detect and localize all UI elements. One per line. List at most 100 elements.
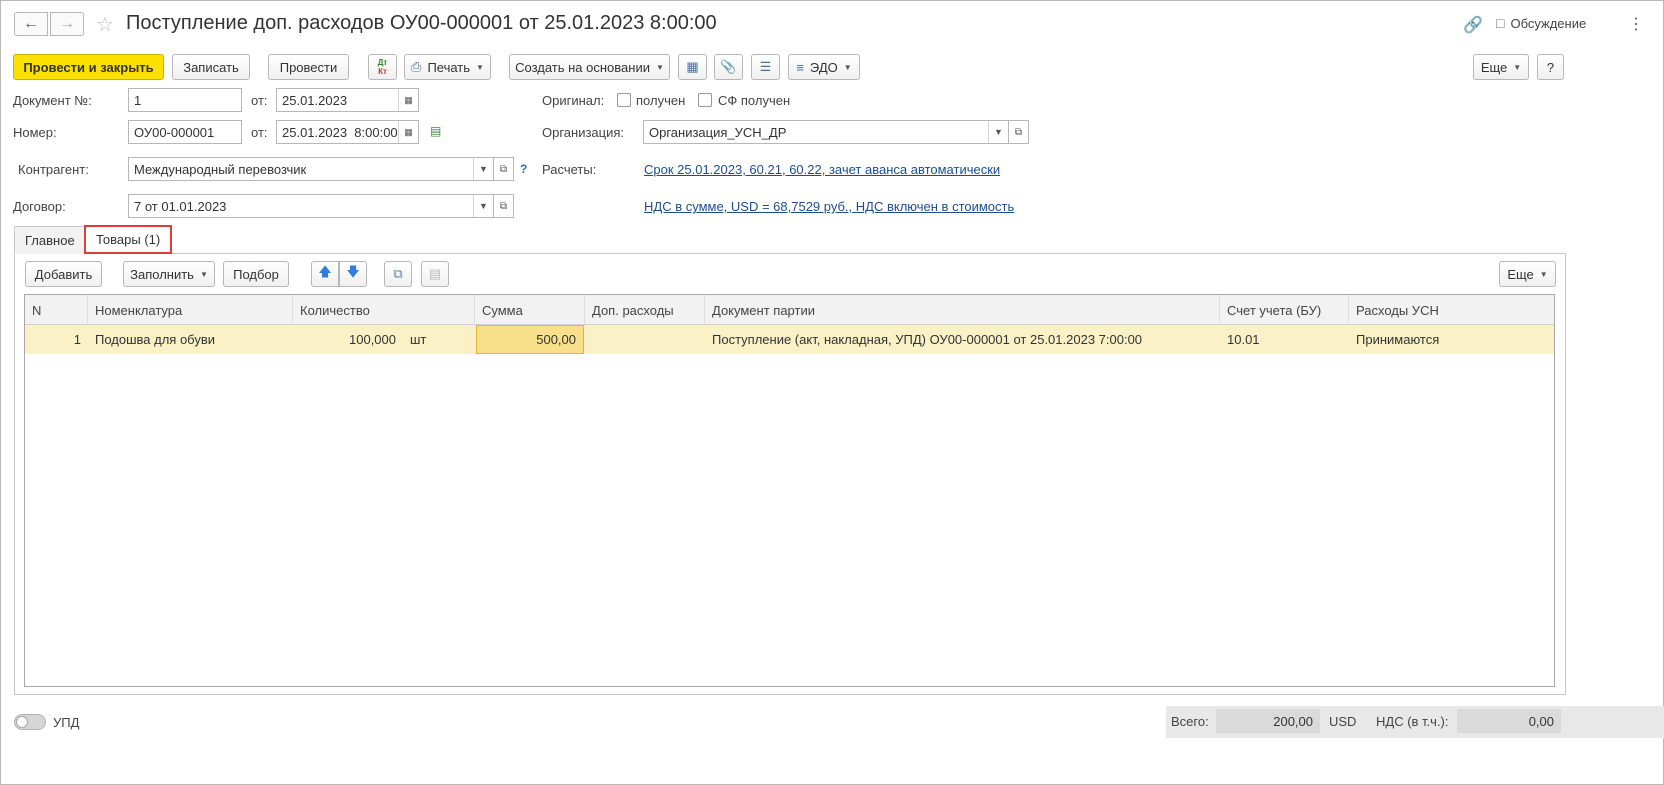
cell-usn-expenses[interactable]: Принимаются xyxy=(1349,325,1554,354)
number-date-from-label: от: xyxy=(251,125,268,140)
col-header-batch-doc[interactable]: Документ партии xyxy=(705,295,1220,325)
sf-received-label: СФ получен xyxy=(718,93,791,108)
doc-date-value: 25.01.2023 xyxy=(282,92,348,108)
more-button[interactable]: Еще ▼ xyxy=(1473,54,1529,80)
table-more-button[interactable]: Еще ▼ xyxy=(1499,261,1556,287)
total-value-text: 200,00 xyxy=(1273,713,1313,729)
tab-goods[interactable]: Товары (1) xyxy=(84,225,173,254)
goods-table: N Номенклатура Количество Сумма Доп. рас… xyxy=(24,294,1555,687)
dt-icon-text: Дт xyxy=(377,58,388,67)
back-button[interactable]: ← xyxy=(14,12,48,36)
cell-quantity[interactable]: 100,000 xyxy=(293,325,403,354)
contract-value: 7 от 01.01.2023 xyxy=(134,198,227,214)
original-received-label: получен xyxy=(636,93,686,108)
chevron-down-icon[interactable]: ▼ xyxy=(473,158,493,180)
save-button[interactable]: Записать xyxy=(172,54,250,80)
chevron-down-icon: ▼ xyxy=(843,62,852,72)
table-row[interactable]: 1 Подошва для обуви 100,000 шт 500,00 По… xyxy=(25,325,1554,354)
edo-button[interactable]: ≡ ЭДО ▼ xyxy=(788,54,860,80)
organization-label: Организация: xyxy=(542,125,625,140)
more-label: Еще xyxy=(1480,59,1508,75)
settlements-label: Расчеты: xyxy=(542,162,597,177)
col-header-quantity[interactable]: Количество xyxy=(293,295,475,325)
number-label: Номер: xyxy=(13,125,57,140)
contract-select[interactable]: 7 от 01.01.2023 ▼ xyxy=(128,194,494,218)
cell-n[interactable]: 1 xyxy=(25,325,88,354)
check-registers-icon[interactable]: ▤ xyxy=(430,124,446,138)
counterparty-open-icon[interactable]: ⧉ xyxy=(494,157,514,181)
organization-open-icon[interactable]: ⧉ xyxy=(1009,120,1029,144)
organization-select[interactable]: Организация_УСН_ДР ▼ xyxy=(643,120,1009,144)
sf-received-checkbox[interactable] xyxy=(698,93,712,107)
forward-button[interactable]: → xyxy=(50,12,84,36)
col-header-nomenclature[interactable]: Номенклатура xyxy=(88,295,293,325)
vat-total-value-text: 0,00 xyxy=(1528,713,1554,729)
fill-label: Заполнить xyxy=(130,266,194,282)
window-title: Поступление доп. расходов ОУ00-000001 от… xyxy=(126,12,717,34)
more-menu-icon[interactable]: ⋮ xyxy=(1628,14,1644,34)
doc-number-input[interactable]: 1 xyxy=(128,88,242,112)
contract-open-icon[interactable]: ⧉ xyxy=(494,194,514,218)
report-button[interactable]: ☰ xyxy=(751,54,780,80)
create-based-on-label: Создать на основании xyxy=(515,59,650,75)
col-header-sum[interactable]: Сумма xyxy=(475,295,585,325)
structure-button[interactable]: ▦ xyxy=(678,54,707,80)
cell-batch-doc[interactable]: Поступление (акт, накладная, УПД) ОУ00-0… xyxy=(705,325,1220,354)
print-button[interactable]: ⎙ Печать ▼ xyxy=(404,54,491,80)
number-input[interactable]: ОУ00-000001 xyxy=(128,120,242,144)
col-header-usn-expenses[interactable]: Расходы УСН xyxy=(1349,295,1554,325)
move-up-button[interactable]: 🡅 xyxy=(311,261,339,287)
edo-label: ЭДО xyxy=(809,59,838,75)
counterparty-select[interactable]: Международный перевозчик ▼ xyxy=(128,157,494,181)
move-down-button[interactable]: 🡇 xyxy=(339,261,367,287)
col-header-account[interactable]: Счет учета (БУ) xyxy=(1220,295,1349,325)
tab-main-label: Главное xyxy=(25,233,75,248)
paste-rows-button[interactable]: ▤ xyxy=(421,261,449,287)
doc-number-label: Документ №: xyxy=(13,93,92,108)
upd-label: УПД xyxy=(53,715,80,730)
post-label: Провести xyxy=(279,59,338,75)
copy-rows-button[interactable]: ⧉ xyxy=(384,261,412,287)
help-button[interactable]: ? xyxy=(1537,54,1564,80)
original-label: Оригинал: xyxy=(542,93,605,108)
printer-icon: ⎙ xyxy=(411,59,422,74)
cell-account[interactable]: 10.01 xyxy=(1220,325,1349,354)
chevron-down-icon: ▼ xyxy=(1539,269,1548,279)
save-label: Записать xyxy=(183,59,239,75)
chevron-down-icon[interactable]: ▼ xyxy=(473,195,493,217)
counterparty-label: Контрагент: xyxy=(18,162,89,177)
dt-kt-button[interactable]: Дт Кт xyxy=(368,54,397,80)
doc-date-input[interactable]: 25.01.2023 ▦ xyxy=(276,88,419,112)
calendar-icon[interactable]: ▦ xyxy=(398,121,418,143)
cell-extra-costs[interactable] xyxy=(585,325,705,354)
calendar-icon[interactable]: ▦ xyxy=(398,89,418,111)
cell-sum[interactable]: 500,00 xyxy=(476,325,584,354)
chevron-down-icon: ▼ xyxy=(655,62,664,72)
vat-total-value: 0,00 xyxy=(1457,709,1561,733)
add-row-button[interactable]: Добавить xyxy=(25,261,102,287)
counterparty-help-icon[interactable]: ? xyxy=(520,162,527,176)
attachments-button[interactable]: 📎 xyxy=(714,54,743,80)
col-header-n[interactable]: N xyxy=(25,295,88,325)
pick-button[interactable]: Подбор xyxy=(223,261,289,287)
post-button[interactable]: Провести xyxy=(268,54,349,80)
currency-label: USD xyxy=(1329,714,1357,729)
settlements-link[interactable]: Срок 25.01.2023, 60.21, 60.22, зачет ава… xyxy=(644,162,1000,177)
favorite-star-icon[interactable]: ☆ xyxy=(96,12,114,37)
cell-nomenclature[interactable]: Подошва для обуви xyxy=(88,325,293,354)
create-based-on-button[interactable]: Создать на основании ▼ xyxy=(509,54,670,80)
number-datetime-input[interactable]: 25.01.2023 8:00:00 ▦ xyxy=(276,120,419,144)
link-icon[interactable]: 🔗 xyxy=(1463,15,1483,35)
upd-toggle[interactable] xyxy=(14,714,46,730)
vat-link[interactable]: НДС в сумме, USD = 68,7529 руб., НДС вкл… xyxy=(644,199,1014,214)
discussion-button[interactable]: □ Обсуждение xyxy=(1496,15,1586,31)
fill-button[interactable]: Заполнить ▼ xyxy=(123,261,215,287)
add-row-label: Добавить xyxy=(34,266,93,282)
paste-icon: ▤ xyxy=(428,266,442,281)
tab-main[interactable]: Главное xyxy=(14,226,86,254)
chevron-down-icon[interactable]: ▼ xyxy=(988,121,1008,143)
cell-unit[interactable]: шт xyxy=(403,325,475,354)
original-received-checkbox[interactable] xyxy=(617,93,631,107)
col-header-extra-costs[interactable]: Доп. расходы xyxy=(585,295,705,325)
post-and-close-button[interactable]: Провести и закрыть xyxy=(13,54,164,80)
